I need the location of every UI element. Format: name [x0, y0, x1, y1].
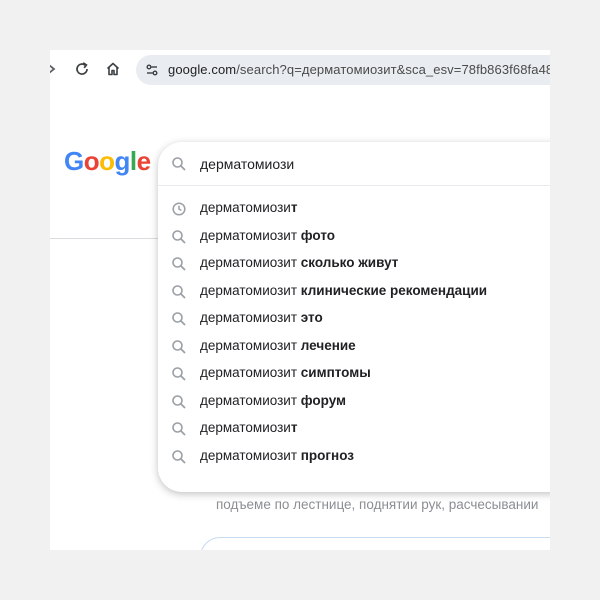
suggestion-completion: форум: [297, 392, 347, 408]
suggestion-text: дерматомиозит клинические рекомендации: [200, 283, 487, 298]
header-divider: [50, 238, 170, 239]
suggestion-text: дерматомиозит сколько живут: [200, 255, 398, 270]
suggestion-prefix: дерматомиозит: [200, 255, 298, 270]
home-icon[interactable]: [103, 59, 123, 79]
suggestion-item[interactable]: дерматомиозит симптомы: [158, 360, 550, 388]
logo-letter: o: [99, 146, 115, 176]
search-divider: [158, 185, 550, 186]
url-host: google.com: [168, 62, 237, 77]
suggestion-item[interactable]: дерматомиозит: [158, 415, 550, 443]
suggestion-completion: т: [290, 200, 298, 215]
suggestion-text: дерматомиозит это: [200, 310, 323, 325]
suggestion-item[interactable]: дерматомиозит фото: [158, 223, 550, 251]
result-card: [200, 537, 550, 550]
suggestion-completion: прогноз: [297, 447, 354, 463]
search-icon: [171, 284, 187, 300]
google-logo[interactable]: Google: [64, 146, 151, 177]
search-icon: [171, 156, 187, 177]
reload-icon[interactable]: [72, 59, 92, 79]
suggestion-completion: лечение: [297, 337, 356, 353]
suggestion-completion: симптомы: [297, 365, 371, 380]
search-icon: [171, 256, 187, 272]
suggestion-completion: это: [297, 310, 323, 325]
suggestion-item[interactable]: дерматомиозит: [158, 195, 550, 223]
suggestion-item[interactable]: дерматомиозит клинические рекомендации: [158, 278, 550, 306]
suggestion-item[interactable]: дерматомиозит прогноз: [158, 443, 550, 471]
search-icon: [171, 311, 187, 327]
search-suggestions-panel: дерматомиози дерматомиозит дерматомиозит …: [158, 142, 550, 492]
suggestion-item[interactable]: дерматомиозит сколько живут: [158, 250, 550, 278]
browser-toolbar: google.com/search?q=дерматомиозит&sca_es…: [50, 50, 550, 88]
suggestion-completion: фото: [297, 227, 336, 243]
suggestion-prefix: дерматомиозит: [200, 392, 298, 408]
url-text: google.com/search?q=дерматомиозит&sca_es…: [168, 62, 550, 77]
suggestion-prefix: дерматомиози: [200, 420, 291, 435]
suggestion-text: дерматомиозит: [200, 200, 297, 215]
suggestion-prefix: дерматомиозит: [200, 365, 298, 380]
suggestion-item[interactable]: дерматомиозит это: [158, 305, 550, 333]
search-box[interactable]: дерматомиози: [158, 142, 550, 186]
search-icon: [171, 449, 187, 465]
history-icon: [171, 201, 187, 217]
suggestion-prefix: дерматомиозит: [200, 447, 298, 463]
chevron-right-icon[interactable]: [50, 59, 62, 79]
suggestion-completion: клинические рекомендации: [297, 282, 488, 298]
suggestion-text: дерматомиозит фото: [200, 228, 335, 243]
browser-window: google.com/search?q=дерматомиозит&sca_es…: [50, 50, 550, 550]
search-icon: [171, 229, 187, 245]
suggestion-prefix: дерматомиози: [200, 200, 291, 215]
logo-letter: G: [64, 146, 84, 176]
suggestion-text: дерматомиозит: [200, 420, 297, 435]
logo-letter: g: [114, 146, 131, 176]
suggestion-text: дерматомиозит лечение: [200, 338, 356, 353]
suggestion-prefix: дерматомиозит: [200, 282, 298, 298]
url-path: /search?q=дерматомиозит&sca_esv=78fb863f…: [236, 62, 550, 77]
address-bar[interactable]: google.com/search?q=дерматомиозит&sca_es…: [136, 55, 550, 85]
suggestion-prefix: дерматомиозит: [200, 227, 298, 243]
logo-letter: o: [83, 146, 100, 176]
suggestion-text: дерматомиозит симптомы: [200, 365, 371, 380]
result-snippet: подъеме по лестнице, поднятии рук, расче…: [216, 497, 539, 512]
suggestion-item[interactable]: дерматомиозит форум: [158, 388, 550, 416]
suggestion-text: дерматомиозит прогноз: [200, 448, 354, 463]
suggestion-prefix: дерматомиозит: [200, 337, 298, 353]
suggestion-list: дерматомиозит дерматомиозит фото дерматоми…: [158, 195, 550, 470]
logo-letter: e: [136, 146, 151, 176]
suggestion-item[interactable]: дерматомиозит лечение: [158, 333, 550, 361]
search-icon: [171, 421, 187, 437]
suggestion-prefix: дерматомиозит: [200, 310, 298, 325]
logo-letter: l: [129, 146, 137, 176]
suggestion-completion: т: [290, 420, 298, 435]
search-icon: [171, 339, 187, 355]
search-icon: [171, 366, 187, 382]
search-input[interactable]: дерматомиози: [200, 156, 294, 172]
suggestion-completion: сколько живут: [297, 255, 399, 270]
suggestion-text: дерматомиозит форум: [200, 393, 346, 408]
tune-icon[interactable]: [144, 62, 160, 78]
search-icon: [171, 394, 187, 410]
